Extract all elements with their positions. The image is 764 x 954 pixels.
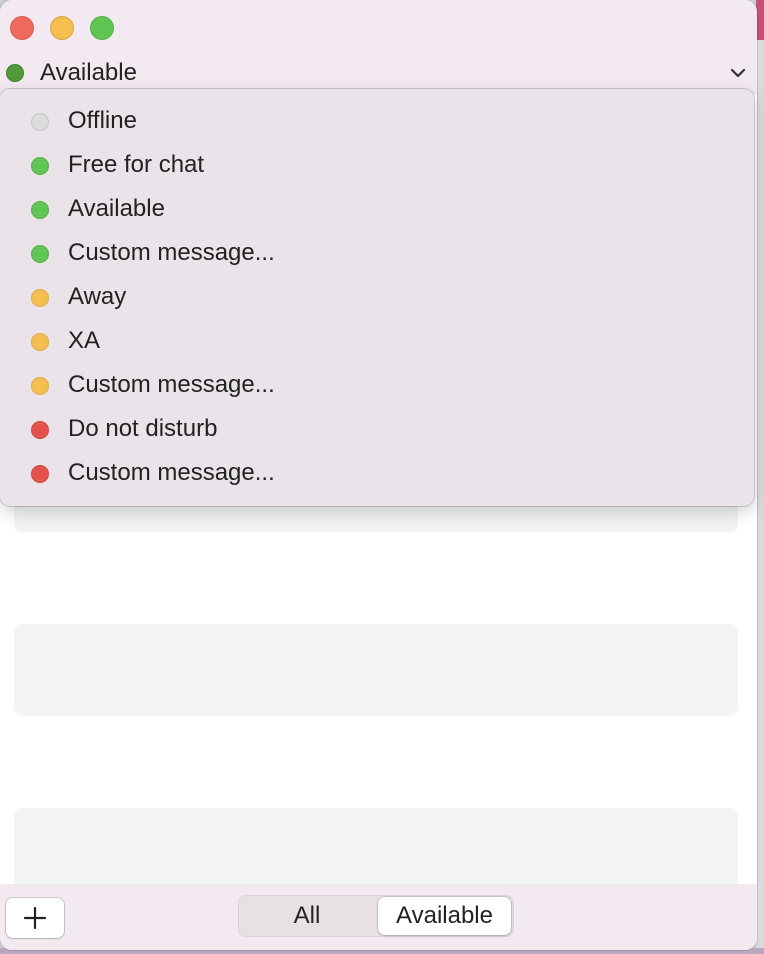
filter-all-segment[interactable]: All [238,895,376,937]
menu-item-label: XA [68,327,101,354]
menu-item-free-for-chat[interactable]: Free for chat [0,144,754,188]
menu-item-label: Free for chat [68,151,205,178]
status-dot-icon [31,465,49,483]
menu-item-label: Custom message... [68,459,275,486]
menu-item-label: Offline [68,107,137,134]
menu-item-offline[interactable]: Offline [0,100,754,144]
bottom-toolbar: All Available [0,884,757,950]
maximize-window-button[interactable] [90,16,114,40]
add-contact-button[interactable] [6,898,64,938]
contact-row-placeholder [14,808,738,888]
menu-item-away[interactable]: Away [0,276,754,320]
status-dot-icon [31,157,49,175]
contact-row-placeholder [14,624,738,716]
filter-available-segment[interactable]: Available [378,897,511,935]
desktop-background [756,0,764,954]
plus-icon [24,907,46,929]
menu-item-dnd-custom-message[interactable]: Custom message... [0,452,754,496]
status-dot-icon [31,245,49,263]
status-selector[interactable]: Available [0,58,757,90]
menu-item-away-custom-message[interactable]: Custom message... [0,364,754,408]
chevron-down-icon [730,68,746,78]
contact-filter-segmented-control: All Available [238,895,514,937]
menu-item-do-not-disturb[interactable]: Do not disturb [0,408,754,452]
status-label: Available [40,59,137,86]
status-dot-icon [31,113,49,131]
titlebar: Available [0,0,757,94]
minimize-window-button[interactable] [50,16,74,40]
menu-item-label: Do not disturb [68,415,218,442]
menu-item-available-custom-message[interactable]: Custom message... [0,232,754,276]
menu-item-label: Custom message... [68,371,275,398]
status-dot-icon [31,289,49,307]
menu-item-xa[interactable]: XA [0,320,754,364]
status-dot-icon [31,201,49,219]
menu-item-label: Custom message... [68,239,275,266]
status-dot-icon [31,377,49,395]
menu-item-label: Available [68,195,165,222]
menu-item-label: Away [68,283,127,310]
close-window-button[interactable] [10,16,34,40]
menu-item-available[interactable]: Available [0,188,754,232]
status-dot-icon [31,333,49,351]
status-dot-icon [31,421,49,439]
status-indicator-dot [6,64,24,82]
status-dropdown-menu: Offline Free for chat Available Custom m… [0,89,754,506]
